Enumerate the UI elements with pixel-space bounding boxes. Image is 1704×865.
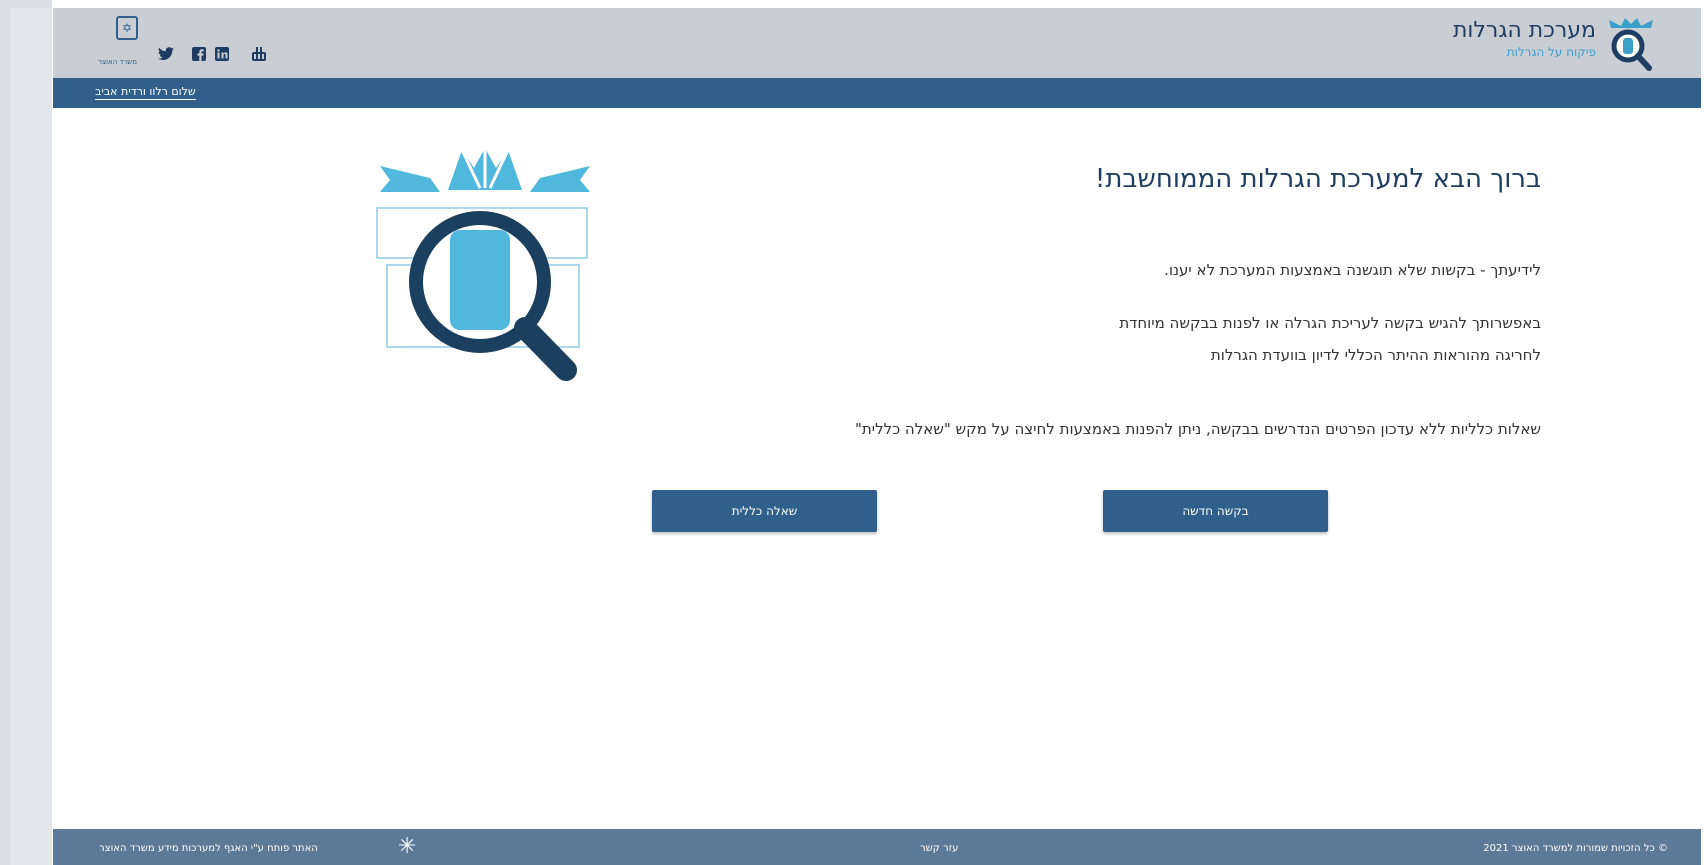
youtube-icon[interactable] xyxy=(251,46,267,62)
general-question-button[interactable]: שאלה כללית xyxy=(652,490,877,532)
snowflake-icon: ✳ xyxy=(398,834,417,859)
welcome-title: ברוך הבא למערכת הגרלות הממוחשבת! xyxy=(1094,164,1541,194)
brand-title: מערכת הגרלות xyxy=(1452,18,1596,43)
nav-bar xyxy=(53,78,1701,108)
twitter-icon[interactable] xyxy=(158,46,174,62)
gift-magnifier-illustration xyxy=(370,148,600,388)
notice-text: לידיעתך - בקשות שלא תוגשנה באמצעות המערכ… xyxy=(1164,261,1541,279)
footer-copyright: © כל הזכויות שמורות למשרד האוצר 2021 xyxy=(1483,843,1668,854)
left-margin-strip xyxy=(0,0,52,865)
general-question-hint: שאלות כלליות ללא עדכון הפרטים הנדרשים בב… xyxy=(855,420,1541,438)
user-greeting-link[interactable]: שלום רלוו ורדית אביב xyxy=(95,85,196,100)
footer-contact-link[interactable]: עזר קשר xyxy=(920,843,958,854)
gov-caption: משרד האוצר xyxy=(98,58,137,66)
brand-logo-icon[interactable] xyxy=(1603,14,1659,72)
new-request-button[interactable]: בקשה חדשה xyxy=(1103,490,1328,532)
page-frame: ✡ משרד האוצר מערכת הגרלות פיקוח על הגרלו… xyxy=(0,0,1704,865)
footer-credit: האתר פותח ע"י האגף למערכות מידע משרד האו… xyxy=(99,843,318,854)
brand-subtitle: פיקוח על הגרלות xyxy=(1506,45,1596,59)
left-margin-inner xyxy=(10,8,52,865)
linkedin-icon[interactable] xyxy=(214,46,230,62)
info-text-line-2: לחריגה מהוראות ההיתר הכללי לדיון בוועדת … xyxy=(1210,346,1541,364)
info-text-line-1: באפשרותך להגיש בקשה לעריכת הגרלה או לפנו… xyxy=(1119,314,1541,332)
gov-emblem-icon[interactable]: ✡ xyxy=(116,16,138,40)
facebook-icon[interactable] xyxy=(191,46,207,62)
